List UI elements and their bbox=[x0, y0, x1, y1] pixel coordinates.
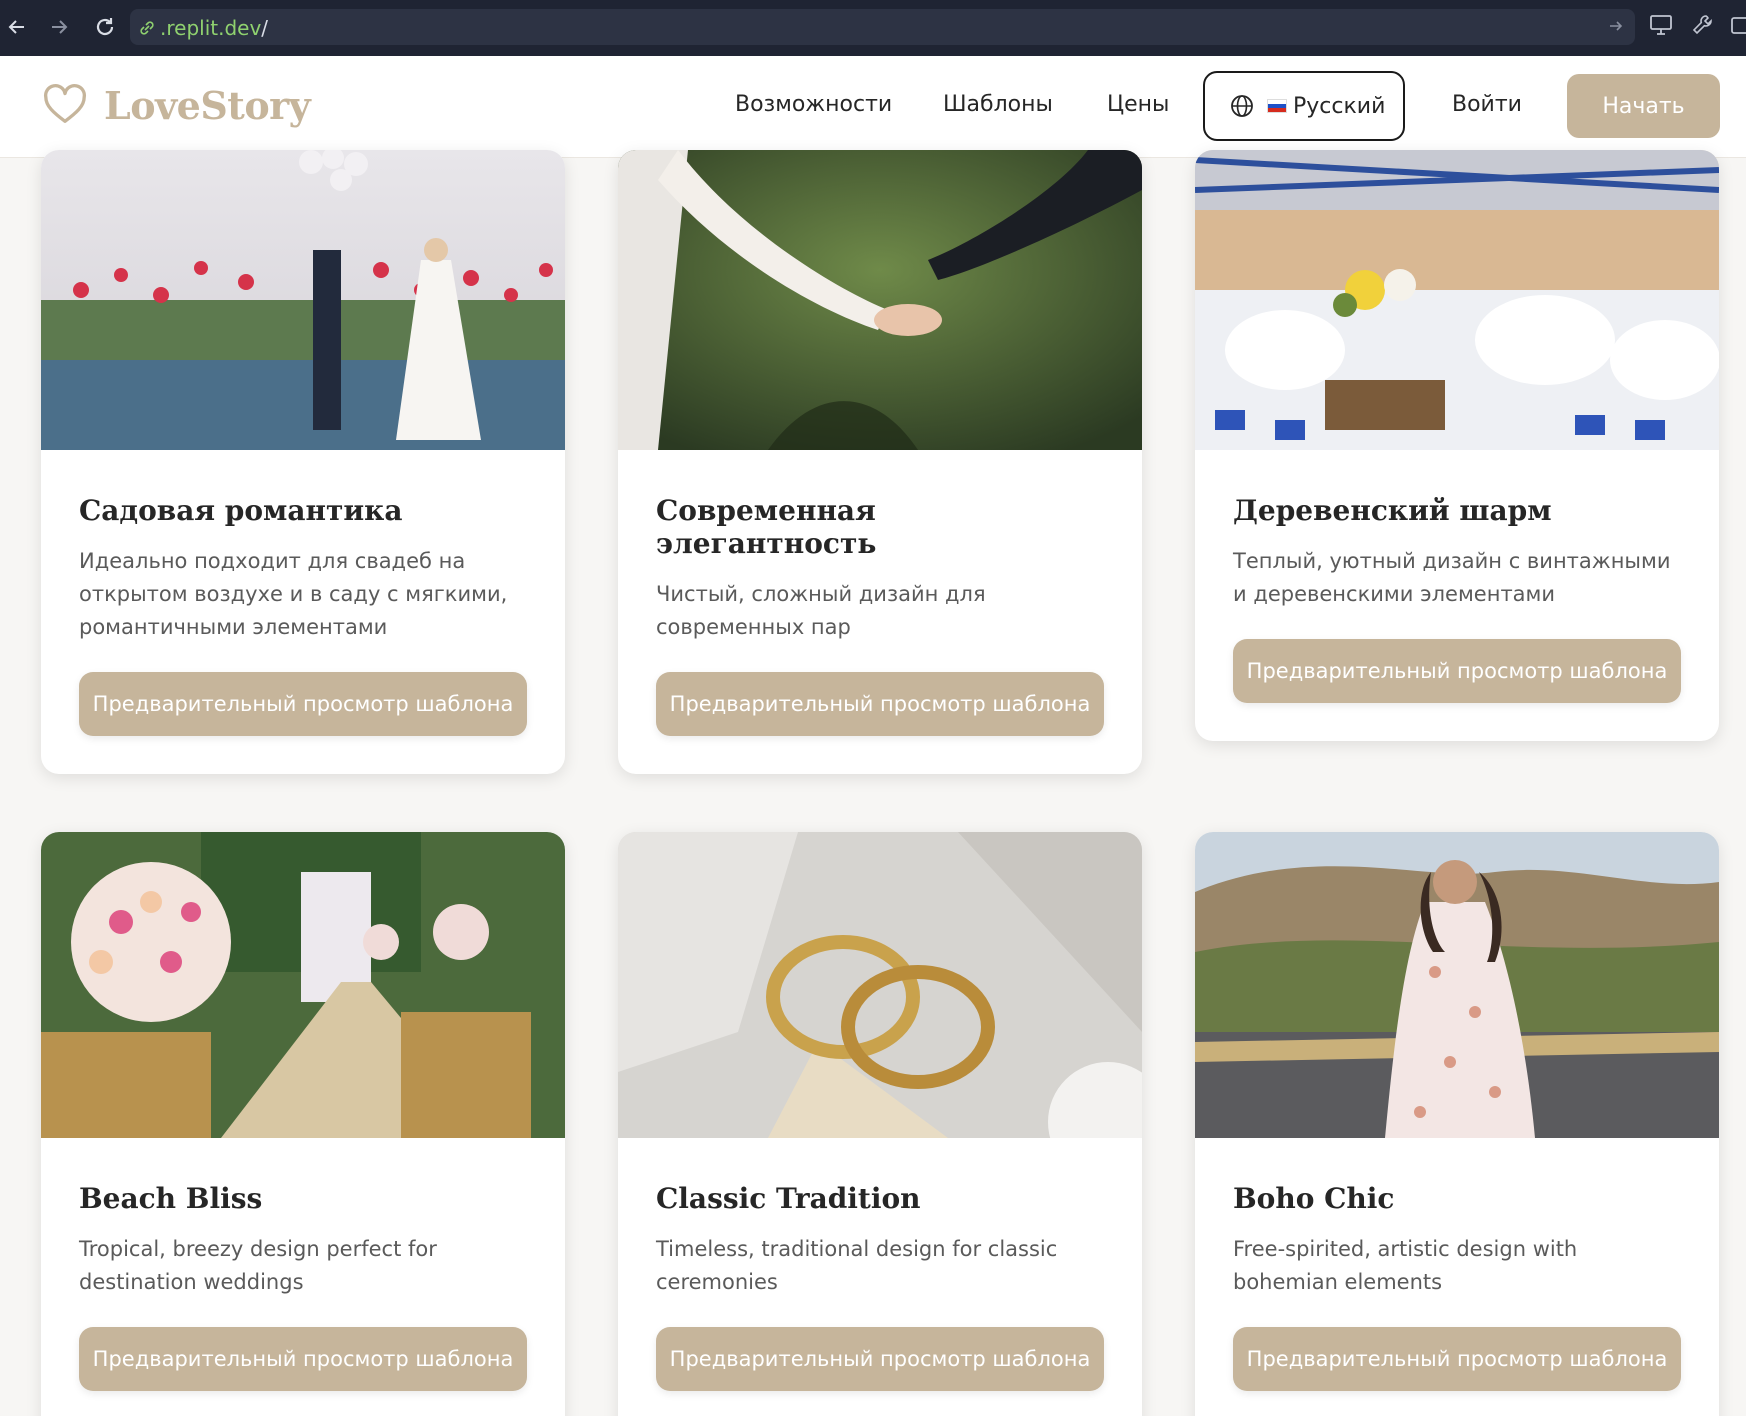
forward-button[interactable] bbox=[42, 10, 76, 44]
login-link[interactable]: Войти bbox=[1452, 92, 1522, 117]
template-card-beach: Beach Bliss Tropical, breezy design perf… bbox=[41, 832, 565, 1416]
globe-icon bbox=[1231, 95, 1253, 117]
logo[interactable]: LoveStory bbox=[42, 82, 311, 128]
template-title: Садовая романтика bbox=[79, 494, 403, 527]
template-image bbox=[618, 150, 1142, 450]
link-icon bbox=[140, 21, 154, 35]
template-image bbox=[41, 150, 565, 450]
reload-icon bbox=[96, 18, 114, 36]
arrow-right-icon bbox=[52, 20, 68, 34]
template-description: Tropical, breezy design perfect for dest… bbox=[79, 1237, 437, 1294]
preview-template-button[interactable]: Предварительный просмотр шаблона bbox=[656, 1327, 1104, 1391]
holding-hands-photo bbox=[618, 150, 1142, 450]
nav-features[interactable]: Возможности bbox=[735, 92, 892, 117]
aisle-flowers-photo bbox=[41, 832, 565, 1138]
template-card-modern: Современная элегантность Чистый, сложный… bbox=[618, 150, 1142, 774]
template-image bbox=[1195, 832, 1719, 1138]
template-description: Free-spirited, artistic design with bohe… bbox=[1233, 1237, 1578, 1294]
arrow-left-icon bbox=[8, 20, 24, 34]
site-header: LoveStory Возможности Шаблоны Цены Русск… bbox=[0, 56, 1746, 158]
template-title: Boho Chic bbox=[1233, 1182, 1395, 1215]
wedding-rings-photo bbox=[618, 832, 1142, 1138]
reload-button[interactable] bbox=[88, 10, 122, 44]
preview-template-button[interactable]: Предварительный просмотр шаблона bbox=[656, 672, 1104, 736]
russian-flag-icon bbox=[1267, 99, 1287, 113]
language-selector[interactable]: Русский bbox=[1203, 71, 1405, 141]
template-description: Чистый, сложный дизайн для современных п… bbox=[656, 582, 986, 639]
template-image bbox=[618, 832, 1142, 1138]
template-title: Деревенский шарм bbox=[1233, 494, 1552, 527]
url-text: .replit.dev/ bbox=[160, 16, 269, 40]
template-title: Современная элегантность bbox=[656, 494, 877, 560]
template-image bbox=[1195, 150, 1719, 450]
browser-toolbar: .replit.dev/ bbox=[0, 0, 1746, 56]
preview-template-button[interactable]: Предварительный просмотр шаблона bbox=[79, 672, 527, 736]
logo-text: LoveStory bbox=[104, 82, 311, 128]
wedding-garden-photo bbox=[41, 150, 565, 450]
template-description: Идеально подходит для свадеб на открытом… bbox=[79, 549, 508, 639]
back-button[interactable] bbox=[0, 10, 34, 44]
wrench-icon[interactable] bbox=[1690, 12, 1716, 38]
boho-bride-photo bbox=[1195, 832, 1719, 1138]
nav-pricing[interactable]: Цены bbox=[1107, 92, 1169, 117]
template-description: Timeless, traditional design for classic… bbox=[656, 1237, 1058, 1294]
preview-template-button[interactable]: Предварительный просмотр шаблона bbox=[1233, 1327, 1681, 1391]
address-bar[interactable]: .replit.dev/ bbox=[130, 9, 1635, 45]
external-tab-icon[interactable] bbox=[1730, 12, 1746, 38]
rustic-hall-photo bbox=[1195, 150, 1719, 450]
start-button[interactable]: Начать bbox=[1567, 74, 1720, 138]
language-label: Русский bbox=[1293, 93, 1386, 119]
template-image bbox=[41, 832, 565, 1138]
preview-template-button[interactable]: Предварительный просмотр шаблона bbox=[79, 1327, 527, 1391]
nav-templates[interactable]: Шаблоны bbox=[943, 92, 1053, 117]
template-description: Теплый, уютный дизайн с винтажными и дер… bbox=[1233, 549, 1671, 606]
template-title: Classic Tradition bbox=[656, 1182, 921, 1215]
preview-template-button[interactable]: Предварительный просмотр шаблона bbox=[1233, 639, 1681, 703]
template-card-boho: Boho Chic Free-spirited, artistic design… bbox=[1195, 832, 1719, 1416]
monitor-icon[interactable] bbox=[1648, 12, 1674, 38]
template-card-rustic: Деревенский шарм Теплый, уютный дизайн с… bbox=[1195, 150, 1719, 741]
arrow-right-icon[interactable] bbox=[1607, 17, 1625, 35]
template-card-garden: Садовая романтика Идеально подходит для … bbox=[41, 150, 565, 774]
heart-icon bbox=[43, 83, 87, 123]
template-title: Beach Bliss bbox=[79, 1182, 263, 1215]
template-card-classic: Classic Tradition Timeless, traditional … bbox=[618, 832, 1142, 1416]
